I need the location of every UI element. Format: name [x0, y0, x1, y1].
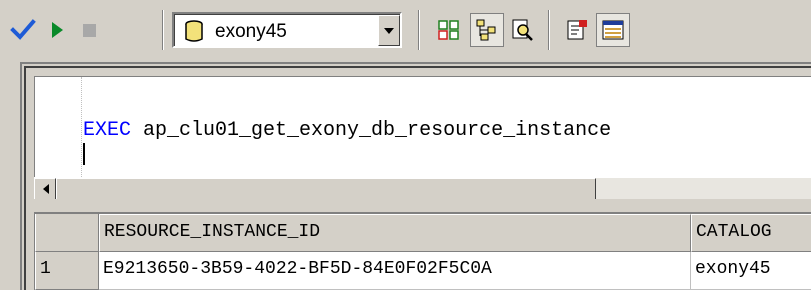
stop-icon[interactable]	[72, 13, 106, 47]
run-play-icon[interactable]	[40, 13, 74, 47]
dropdown-arrow-icon[interactable]	[378, 15, 400, 46]
toolbar-separator	[548, 10, 550, 50]
sql-keyword: EXEC	[83, 119, 132, 142]
database-select[interactable]: exony45	[172, 12, 402, 48]
toolbar-separator	[418, 10, 420, 50]
scroll-left-arrow-icon[interactable]	[34, 178, 56, 200]
object-browser-icon[interactable]	[470, 13, 504, 47]
scrollbar-thumb[interactable]	[56, 178, 596, 200]
editor-horizontal-scrollbar[interactable]	[34, 177, 811, 200]
database-cylinder-icon	[181, 18, 207, 49]
options-icon[interactable]	[560, 13, 594, 47]
database-name: exony45	[215, 21, 287, 42]
execute-check-icon[interactable]	[6, 13, 40, 47]
sql-editor[interactable]: EXEC ap_clu01_get_exony_db_resource_inst…	[34, 76, 811, 177]
row-number[interactable]: 1	[35, 252, 99, 290]
results-grid-icon[interactable]	[432, 13, 466, 47]
grid-corner	[35, 214, 99, 252]
toolbar-separator	[162, 10, 164, 50]
column-header-catalog[interactable]: CATALOG	[691, 214, 811, 252]
table-cell[interactable]: exony45	[691, 252, 811, 290]
editor-gutter	[35, 77, 82, 177]
results-grid: RESOURCE_INSTANCE_ID CATALOG 1 E9213650-…	[34, 213, 811, 290]
query-toolbar: exony45	[0, 0, 811, 62]
results-pane-icon[interactable]	[596, 13, 630, 47]
column-header-resource-instance-id[interactable]: RESOURCE_INSTANCE_ID	[99, 214, 691, 252]
sql-statement: EXEC ap_clu01_get_exony_db_resource_inst…	[83, 119, 611, 142]
table-cell[interactable]: E9213650-3B59-4022-BF5D-84E0F02F5C0A	[99, 252, 691, 290]
sql-procedure-name: ap_clu01_get_exony_db_resource_instance	[131, 119, 612, 142]
find-icon[interactable]	[506, 13, 540, 47]
pane-splitter[interactable]	[34, 199, 811, 213]
text-caret	[83, 143, 85, 165]
